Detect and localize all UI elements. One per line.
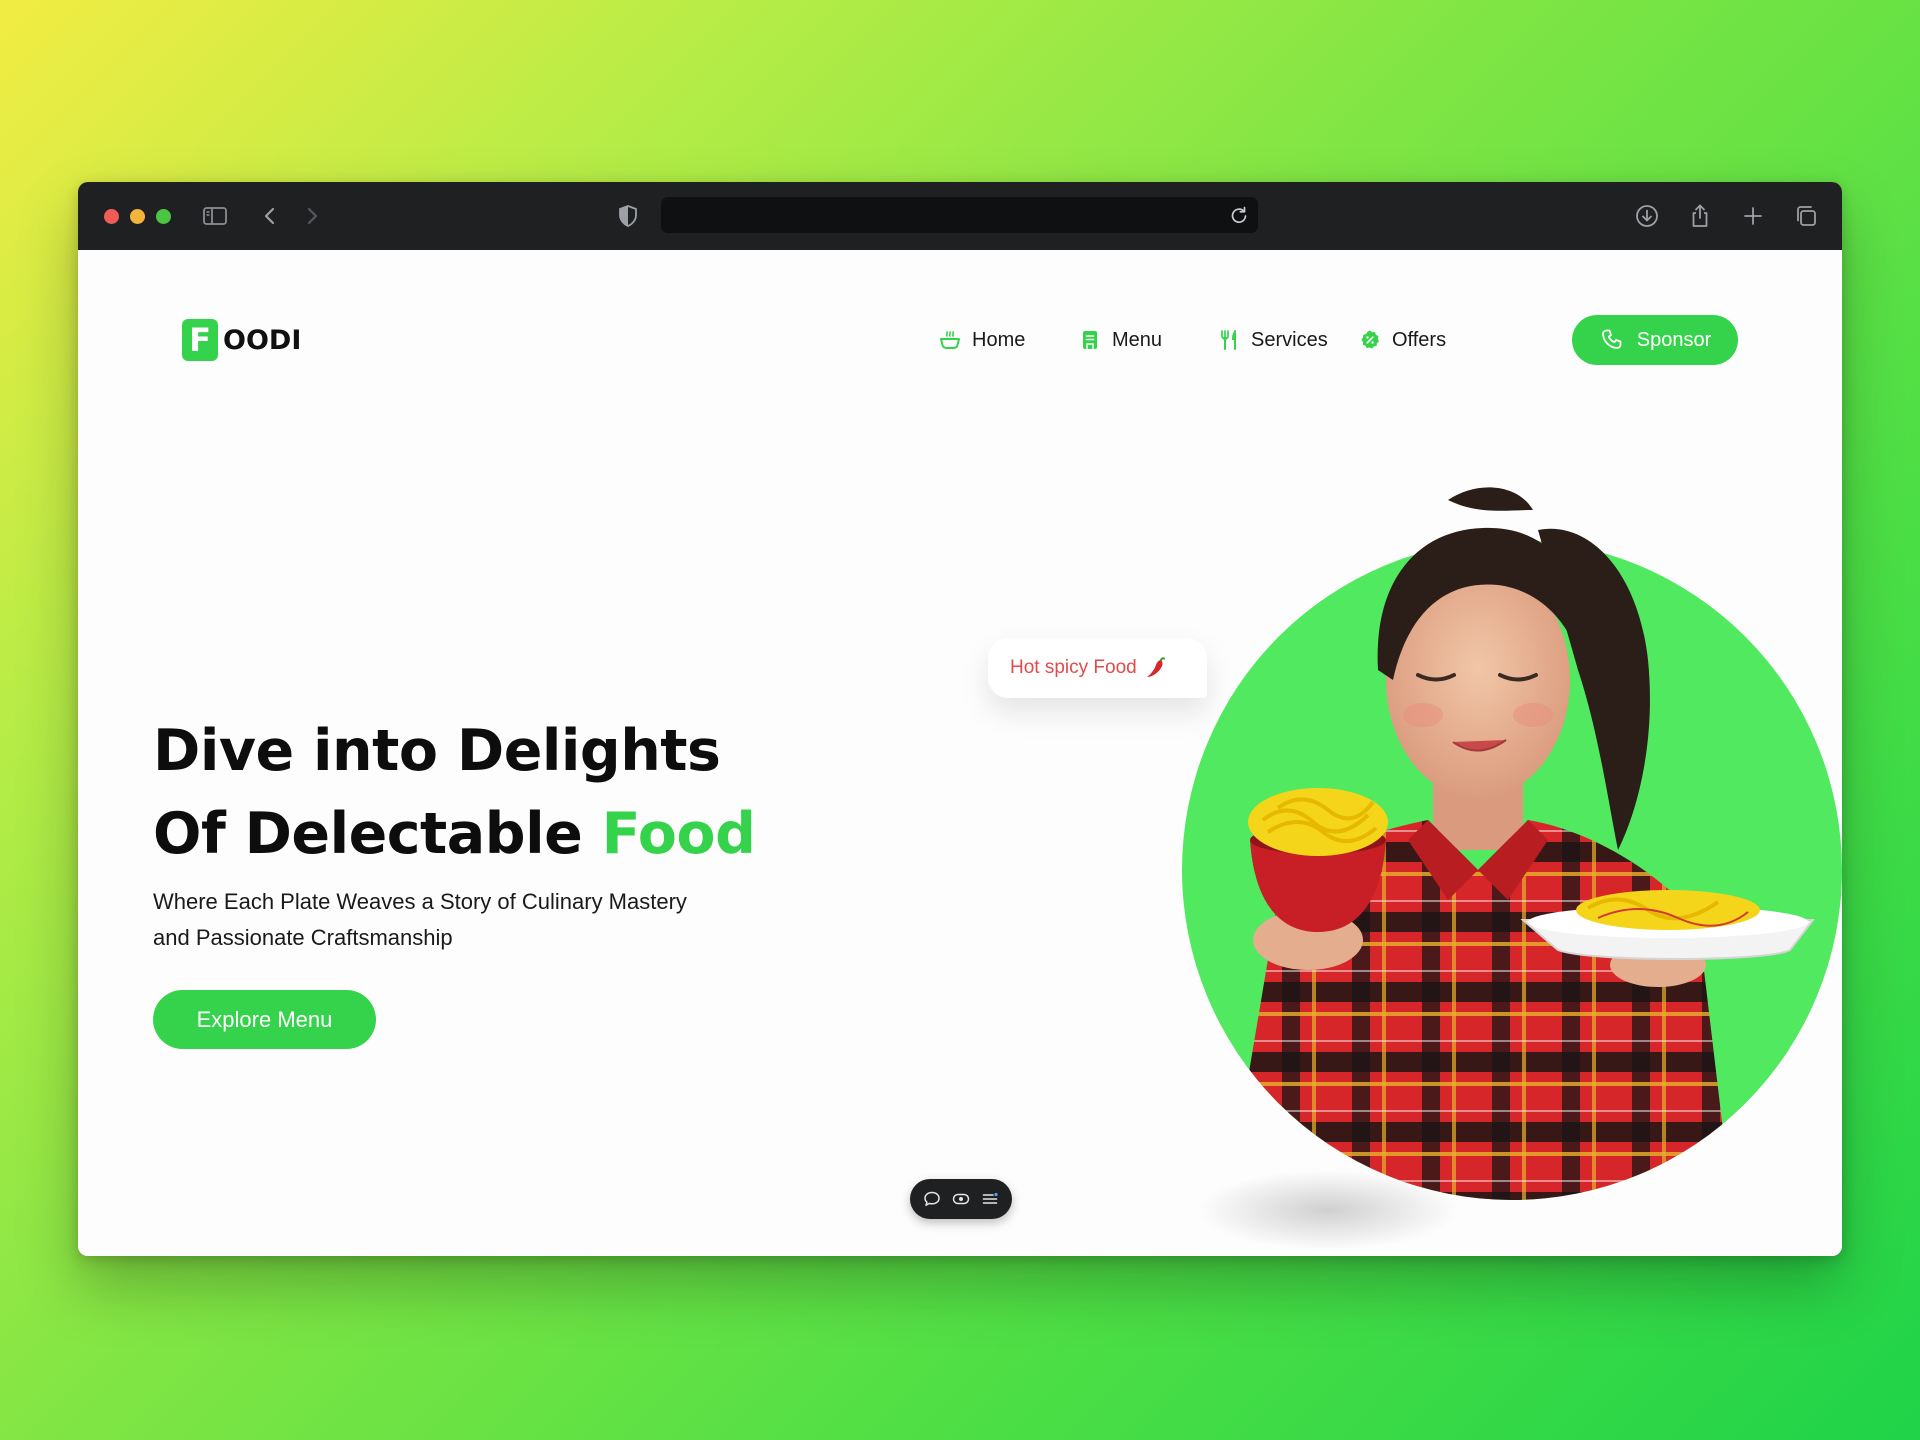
floating-toolbar <box>910 1179 1012 1219</box>
discount-badge-icon <box>1361 330 1379 349</box>
web-page: F OODI Home Menu Services Offers Sponsor… <box>78 250 1842 1256</box>
browser-titlebar <box>78 182 1842 250</box>
explore-menu-button[interactable]: Explore Menu <box>153 990 376 1049</box>
chili-icon <box>1146 657 1165 677</box>
tabs-overview-icon[interactable] <box>1792 202 1820 230</box>
comment-icon[interactable] <box>922 1189 942 1209</box>
hero-title-line2: Of Delectable Food <box>153 793 756 876</box>
browser-window: F OODI Home Menu Services Offers Sponsor… <box>78 182 1842 1256</box>
share-icon[interactable] <box>1686 202 1714 230</box>
nav-item-home[interactable]: Home <box>938 320 1025 360</box>
nav-label-home: Home <box>972 328 1026 351</box>
list-icon[interactable] <box>980 1189 1000 1209</box>
bowl-icon <box>940 331 960 349</box>
sponsor-button[interactable]: Sponsor <box>1572 315 1738 365</box>
shield-icon[interactable] <box>614 202 642 230</box>
nav-item-menu[interactable]: Menu <box>1078 320 1162 360</box>
hero-title-line2-prefix: Of Delectable <box>153 801 602 867</box>
nav-item-offers[interactable]: Offers <box>1358 320 1446 360</box>
hero-title-line1: Dive into Delights <box>153 718 721 784</box>
nav-label-services: Services <box>1251 328 1328 351</box>
download-icon[interactable] <box>1633 202 1661 230</box>
sidebar-toggle-icon[interactable] <box>201 202 229 230</box>
hero-title: Dive into Delights Of Delectable Food <box>153 710 756 876</box>
reload-icon[interactable] <box>1226 202 1252 228</box>
close-window-button[interactable] <box>104 209 119 224</box>
fork-knife-icon <box>1221 330 1236 350</box>
sponsor-label: Sponsor <box>1636 328 1712 351</box>
forward-icon[interactable] <box>298 202 326 230</box>
woman-with-noodles-illustration <box>978 470 1842 1256</box>
minimize-window-button[interactable] <box>130 209 145 224</box>
bubble-text: Hot spicy Food <box>1010 657 1137 678</box>
logo-mark: F <box>182 319 218 361</box>
hero-subtitle: Where Each Plate Weaves a Story of Culin… <box>153 889 687 950</box>
brand-logo[interactable]: F OODI <box>182 318 301 362</box>
logo-text: OODI <box>223 324 302 356</box>
back-icon[interactable] <box>256 202 284 230</box>
eye-icon[interactable] <box>951 1189 971 1209</box>
zoom-window-button[interactable] <box>156 209 171 224</box>
new-tab-icon[interactable] <box>1739 202 1767 230</box>
phone-icon <box>1601 329 1622 349</box>
hero-title-accent: Food <box>601 801 756 867</box>
hot-spicy-food-bubble: Hot spicy Food <box>988 638 1207 698</box>
nav-item-services[interactable]: Services <box>1217 320 1328 360</box>
nav-label-menu: Menu <box>1112 328 1163 351</box>
address-bar[interactable] <box>661 197 1258 233</box>
menu-book-icon <box>1083 331 1097 349</box>
nav-label-offers: Offers <box>1392 328 1447 351</box>
